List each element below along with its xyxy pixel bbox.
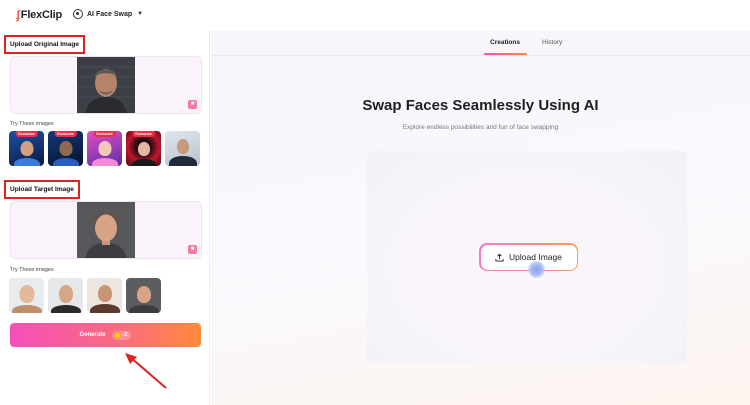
try-these-images-label: Try These images — [10, 121, 54, 127]
canvas: Swap Faces Seamlessly Using AI Explore e… — [211, 57, 750, 405]
face-swap-icon — [73, 9, 83, 19]
thumbnail-body — [168, 156, 197, 166]
exclusive-badge: Exclusive — [93, 131, 116, 137]
thumbnail-face — [19, 285, 34, 303]
upload-icon — [495, 253, 504, 262]
logo-text: FlexClip — [20, 9, 62, 21]
page-subtitle: Explore endless possibilities and fun of… — [402, 124, 559, 131]
thumbnail-face — [98, 141, 111, 156]
main-area: Creations History Swap Faces Seamlessly … — [211, 31, 750, 405]
exclusive-badge: Exclusive — [132, 131, 155, 137]
annotation-arrow-icon — [125, 353, 167, 389]
delete-original-icon[interactable]: ■ — [188, 100, 197, 109]
tool-switcher-dropdown[interactable]: AI Face Swap ▼ — [73, 9, 143, 19]
thumbnail-body — [89, 304, 120, 313]
thumbnail-face — [137, 142, 150, 156]
thumbnail-face — [58, 285, 73, 303]
sample-thumbnail[interactable] — [48, 278, 83, 313]
thumbnail-face — [97, 285, 112, 302]
try-these-images-label: Try These images — [10, 267, 54, 273]
sample-thumbnail[interactable]: Exclusive — [48, 131, 83, 166]
original-image-upload-box[interactable]: ■ — [10, 56, 202, 114]
thumbnail-body — [128, 305, 159, 313]
thumbnail-face — [136, 286, 151, 303]
active-tab-indicator — [484, 53, 527, 55]
top-bar: ʄ FlexClip AI Face Swap ▼ — [0, 0, 750, 31]
thumbnail-face — [59, 141, 72, 156]
page-headline: Swap Faces Seamlessly Using AI — [362, 97, 599, 114]
sample-thumbnail[interactable]: Exclusive — [9, 131, 44, 166]
upload-original-title: Upload Original Image — [4, 35, 85, 54]
sample-thumbnail[interactable] — [165, 131, 200, 166]
thumbnail-body — [11, 305, 42, 313]
delete-target-icon[interactable]: ■ — [188, 245, 197, 254]
generate-button[interactable]: Generate -2 — [10, 323, 201, 347]
coin-icon — [113, 331, 121, 339]
thumbnail-body — [52, 158, 79, 166]
target-image-upload-box[interactable]: ■ — [10, 201, 202, 259]
thumbnail-body — [131, 159, 156, 166]
generate-label: Generate — [79, 332, 106, 338]
cursor-indicator — [528, 261, 545, 278]
exclusive-badge: Exclusive — [54, 131, 77, 137]
thumbnail-face — [20, 141, 33, 156]
tab-creations[interactable]: Creations — [490, 39, 520, 46]
flexclip-logo[interactable]: ʄ FlexClip — [16, 8, 62, 22]
chevron-down-icon: ▼ — [137, 11, 144, 17]
logo-mark-icon: ʄ — [16, 8, 20, 22]
original-image-preview — [77, 57, 135, 113]
exclusive-badge: Exclusive — [15, 131, 38, 137]
target-sample-thumbnails — [9, 278, 161, 313]
left-panel: Upload Original Image ■ Try These images… — [0, 31, 210, 405]
credit-cost-badge: -2 — [111, 330, 132, 340]
tool-name: AI Face Swap — [87, 10, 133, 18]
tab-history[interactable]: History — [542, 39, 562, 46]
tab-bar: Creations History — [211, 31, 750, 56]
original-sample-thumbnails: Exclusive Exclusive Exclusive Exclusive — [9, 131, 200, 166]
sample-thumbnail[interactable]: Exclusive — [87, 131, 122, 166]
thumbnail-body — [13, 158, 40, 166]
sample-thumbnail[interactable]: Exclusive — [126, 131, 161, 166]
thumbnail-body — [50, 305, 81, 313]
thumbnail-face — [176, 139, 189, 154]
sample-thumbnail[interactable] — [126, 278, 161, 313]
upload-target-title: Upload Target Image — [4, 180, 80, 199]
thumbnail-body — [91, 158, 118, 166]
target-image-preview — [77, 202, 135, 258]
credit-cost: -2 — [122, 332, 128, 338]
sample-thumbnail[interactable] — [9, 278, 44, 313]
sample-thumbnail[interactable] — [87, 278, 122, 313]
